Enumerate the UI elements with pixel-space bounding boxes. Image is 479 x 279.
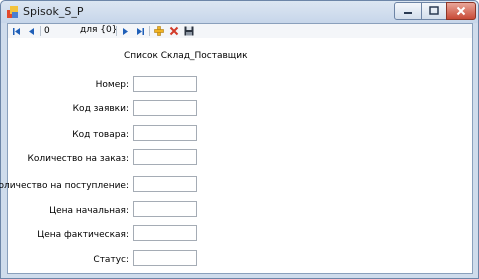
product-code-label: Код товара:: [72, 130, 129, 140]
maximize-icon: [429, 6, 439, 15]
order-quantity-input[interactable]: [133, 149, 197, 165]
form-title: Список Склад_Поставщик: [124, 51, 248, 61]
title-bar[interactable]: Spisok_S_P: [1, 1, 478, 23]
receipt-quantity-input[interactable]: [133, 176, 197, 192]
toolbar-separator: [149, 26, 150, 36]
position-item-input[interactable]: [42, 24, 74, 37]
count-item-label: для {0}: [80, 25, 118, 35]
move-previous-button[interactable]: [25, 24, 38, 38]
close-button[interactable]: [446, 2, 476, 20]
move-first-button[interactable]: [10, 24, 23, 38]
add-icon: [153, 26, 164, 36]
close-icon: [456, 6, 466, 16]
last-record-icon: [137, 27, 144, 35]
request-code-label: Код заявки:: [72, 104, 129, 114]
actual-price-input[interactable]: [133, 225, 197, 241]
next-record-icon: [123, 27, 128, 35]
number-input[interactable]: [133, 76, 197, 92]
product-code-input[interactable]: [133, 125, 197, 141]
initial-price-label: Цена начальная:: [49, 206, 129, 216]
actual-price-label: Цена фактическая:: [37, 230, 129, 240]
status-input[interactable]: [133, 250, 197, 266]
save-button[interactable]: [182, 24, 195, 38]
delete-icon: [169, 26, 178, 36]
first-record-icon: [13, 27, 20, 35]
previous-record-icon: [29, 27, 34, 35]
status-label: Статус:: [93, 255, 129, 265]
minimize-icon: [404, 12, 412, 14]
window-title: Spisok_S_P: [23, 5, 84, 18]
delete-button[interactable]: [167, 24, 180, 38]
request-code-input[interactable]: [133, 100, 197, 116]
number-label: Номер:: [95, 80, 129, 90]
initial-price-input[interactable]: [133, 201, 197, 217]
form-client-area: для {0}: [0, 23, 473, 274]
minimize-button[interactable]: [394, 2, 422, 20]
app-icon: [7, 6, 18, 18]
add-new-button[interactable]: [152, 24, 165, 38]
binding-navigator: для {0}: [8, 24, 472, 38]
receipt-quantity-label: Количество на поступление:: [0, 181, 129, 191]
move-last-button[interactable]: [134, 24, 147, 38]
save-icon: [184, 26, 193, 36]
maximize-button[interactable]: [421, 2, 447, 20]
toolbar-separator: [40, 26, 41, 36]
order-quantity-label: Количество на заказ:: [27, 154, 129, 164]
toolbar-separator: [116, 26, 117, 36]
app-window: Spisok_S_P 0 для {0} Список Склад_Постав…: [0, 0, 479, 279]
move-next-button[interactable]: [119, 24, 132, 38]
